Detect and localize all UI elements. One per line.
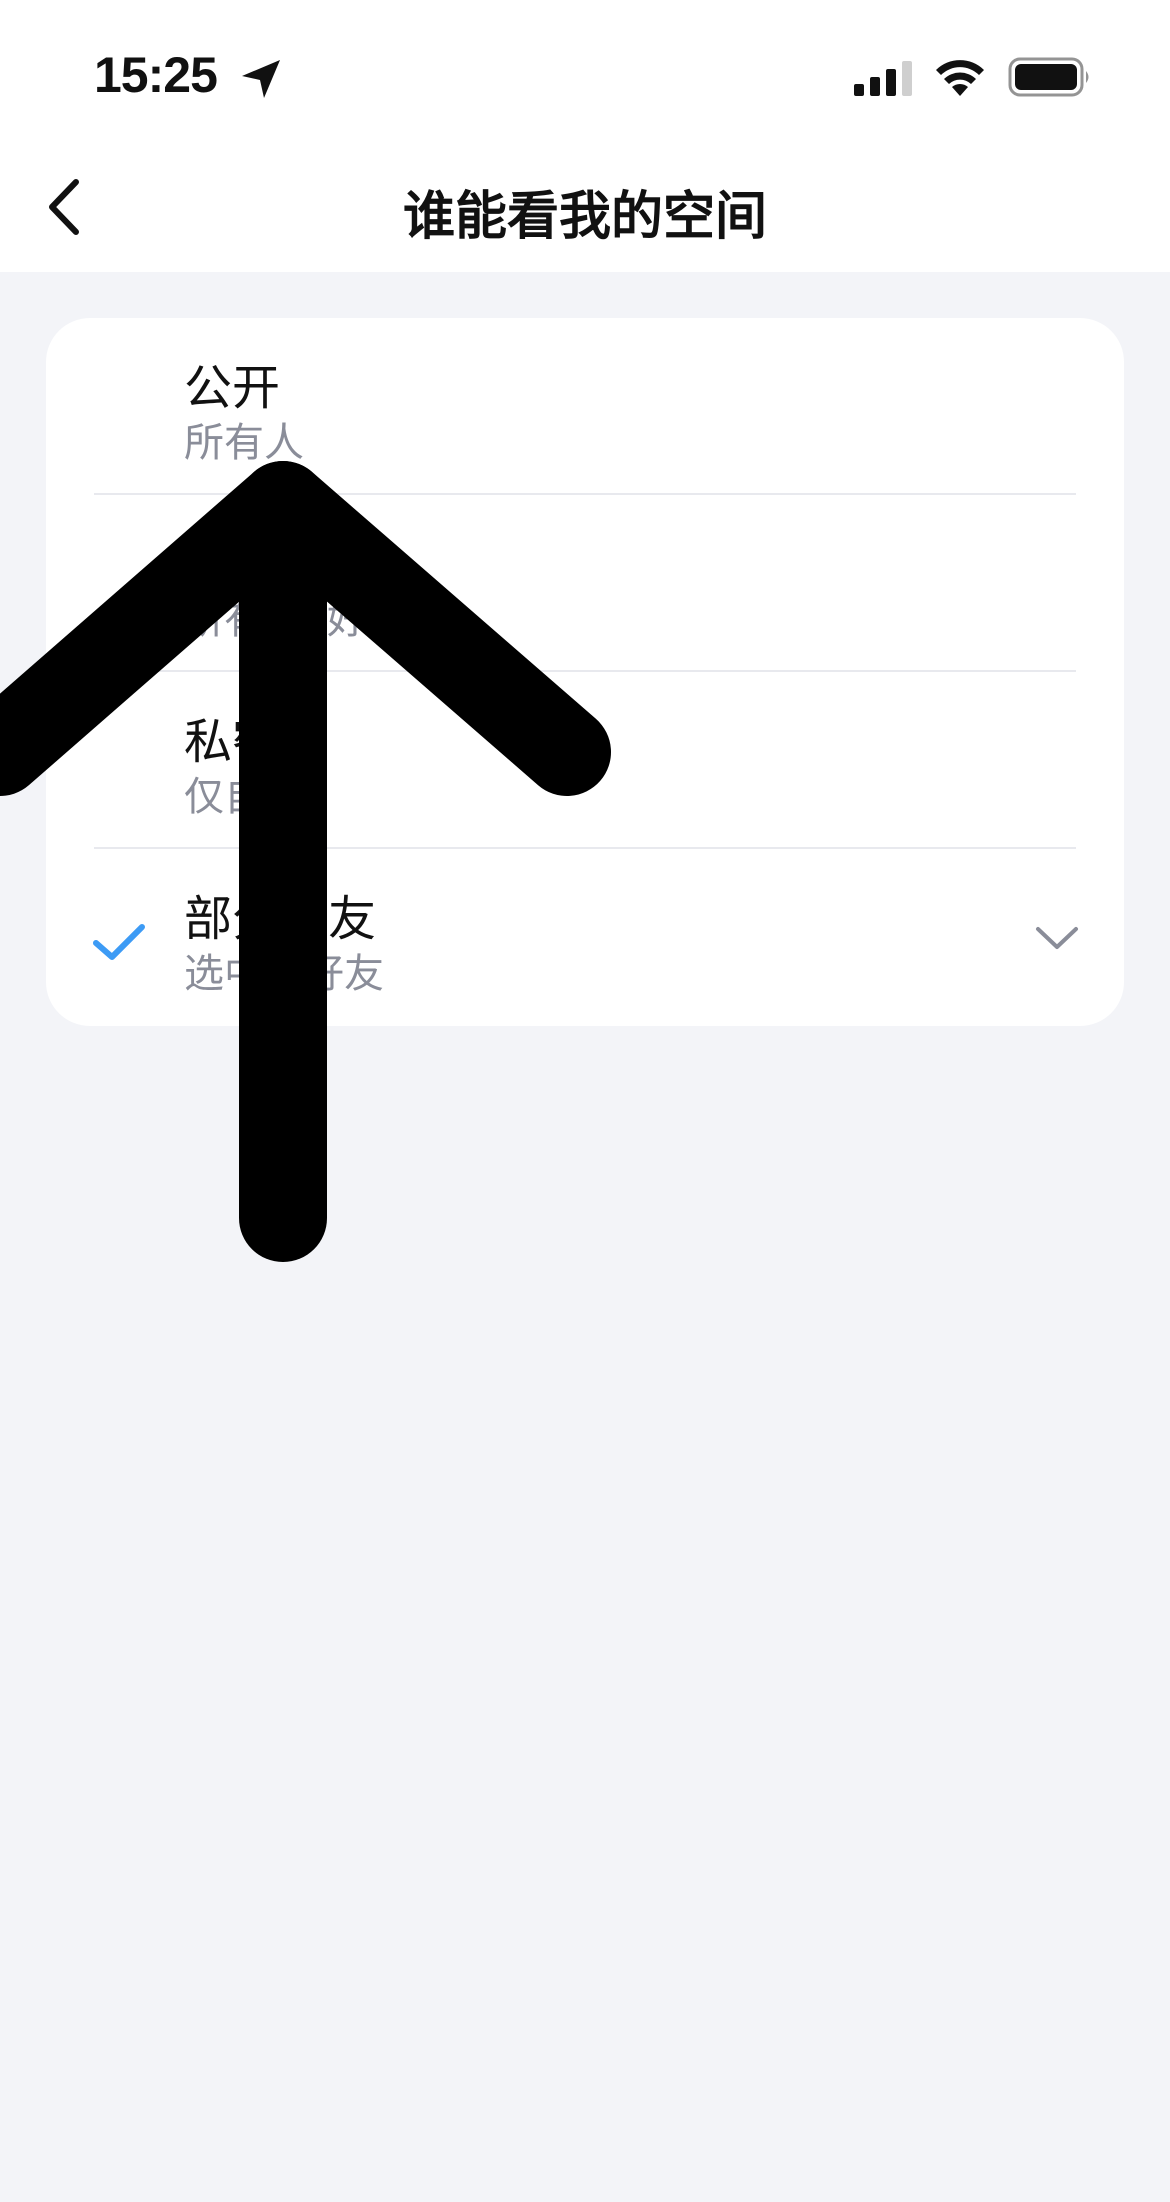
visibility-options-card: 公开 所有人 所有QQ好友 私密 仅自己 部分好友 选中的好友 xyxy=(46,318,1124,1026)
cellular-signal-icon xyxy=(854,61,912,96)
option-title: 部分好友 xyxy=(184,891,377,947)
option-title: 私密 xyxy=(184,714,281,770)
location-arrow-icon xyxy=(242,60,280,98)
check-icon xyxy=(93,924,145,960)
option-some-friends[interactable]: 部分好友 选中的好友 xyxy=(46,849,1124,1026)
chevron-down-icon[interactable] xyxy=(1034,919,1080,957)
option-title: 公开 xyxy=(184,360,281,416)
page-title: 谁能看我的空间 xyxy=(402,187,767,247)
status-bar: 15:25 xyxy=(0,0,1170,150)
option-public[interactable]: 公开 所有人 xyxy=(46,318,1124,495)
battery-icon xyxy=(1008,57,1089,97)
option-subtitle: 所有QQ好友 xyxy=(184,597,407,643)
option-subtitle: 选中的好友 xyxy=(184,951,384,997)
option-qq-friends[interactable]: 所有QQ好友 xyxy=(46,495,1124,672)
wifi-icon xyxy=(936,60,984,96)
option-subtitle: 所有人 xyxy=(184,420,304,466)
option-subtitle: 仅自己 xyxy=(184,774,304,820)
nav-bar: 谁能看我的空间 xyxy=(0,150,1170,272)
status-time: 15:25 xyxy=(94,47,218,103)
option-private[interactable]: 私密 仅自己 xyxy=(46,672,1124,849)
header-area: 15:25 谁能看我的空间 xyxy=(0,0,1170,272)
